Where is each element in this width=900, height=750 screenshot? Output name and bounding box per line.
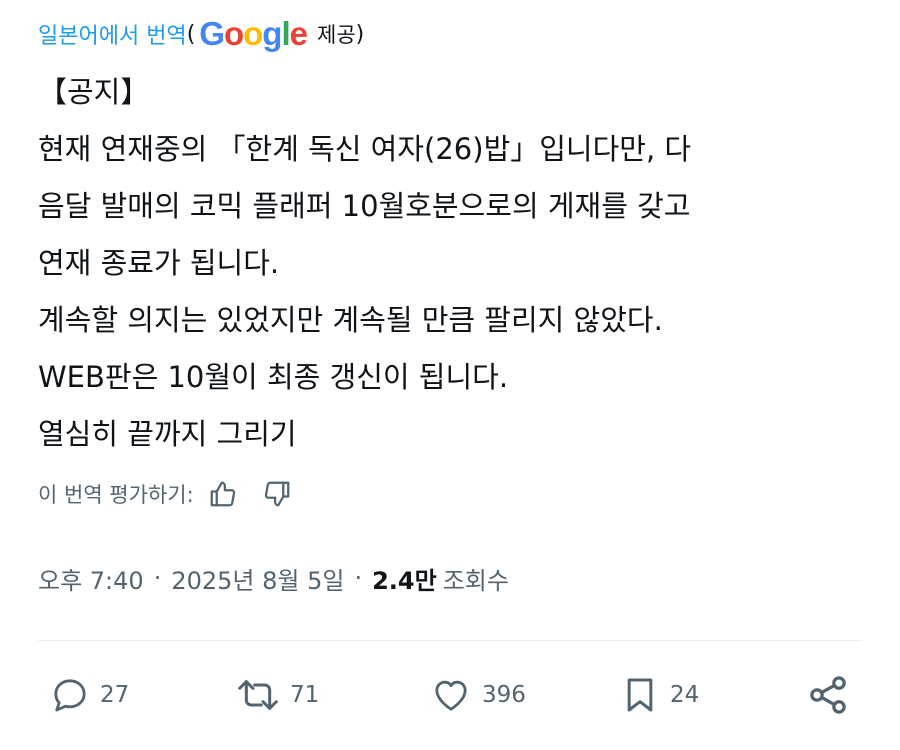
reply-count: 27 [100,682,130,708]
tweet-text: 【공지】 현재 연재중의 「한계 독신 여자(26)밥」입니다만, 다 음달 발… [38,64,858,463]
views-count: 2.4만 [372,566,437,595]
reply-button[interactable]: 27 [50,665,129,725]
translation-bar: 일본어에서 번역 ( Google 제공 ) [38,14,364,54]
thumbs-up-icon[interactable] [206,477,240,511]
tweet-line: 계속할 의지는 있었지만 계속될 만큼 팔리지 않았다. [38,303,663,337]
share-button[interactable] [806,665,850,725]
rate-translation-row: 이 번역 평가하기: [38,474,294,514]
action-bar: 27 71 396 24 [38,665,862,725]
tweet-time[interactable]: 오후 7:40 [38,561,144,596]
bookmark-icon [627,678,653,712]
tweet-line: 음달 발매의 코믹 플래퍼 10월호분으로의 게재를 갖고 [38,189,691,223]
heart-icon [435,680,467,711]
tweet-date[interactable]: 2025년 8월 5일 [171,561,344,596]
bookmark-button[interactable]: 24 [620,665,699,725]
repost-button[interactable]: 71 [236,665,319,725]
divider [38,640,862,641]
repost-icon [238,680,278,710]
like-count: 396 [482,682,526,708]
reply-icon [54,679,86,712]
bookmark-count: 24 [670,682,700,708]
provided-by-label: 제공 [317,23,356,47]
tweet-line: 열심히 끝까지 그리기 [38,417,297,451]
meta-separator: · [153,564,162,592]
tweet-meta: 오후 7:40 · 2025년 8월 5일 · 2.4만 조회수 [38,558,509,598]
rate-translation-label: 이 번역 평가하기: [38,483,194,507]
meta-separator: · [354,564,363,592]
tweet-line: 현재 연재중의 「한계 독신 여자(26)밥」입니다만, 다 [38,132,692,166]
tweet-line: 【공지】 [38,75,150,109]
close-paren: ) [355,21,365,47]
tweet-line: 연재 종료가 됩니다. [38,246,280,280]
like-button[interactable]: 396 [430,665,526,725]
translated-from-link[interactable]: 일본어에서 번역 [38,18,187,50]
tweet-line: WEB판은 10월이 최종 갱신이 됩니다. [38,360,509,394]
views-label: 조회수 [442,566,509,595]
share-icon [810,676,846,714]
repost-count: 71 [290,682,320,708]
thumbs-down-icon[interactable] [260,477,294,511]
open-paren: ( [186,21,196,47]
google-logo: Google [199,15,308,52]
